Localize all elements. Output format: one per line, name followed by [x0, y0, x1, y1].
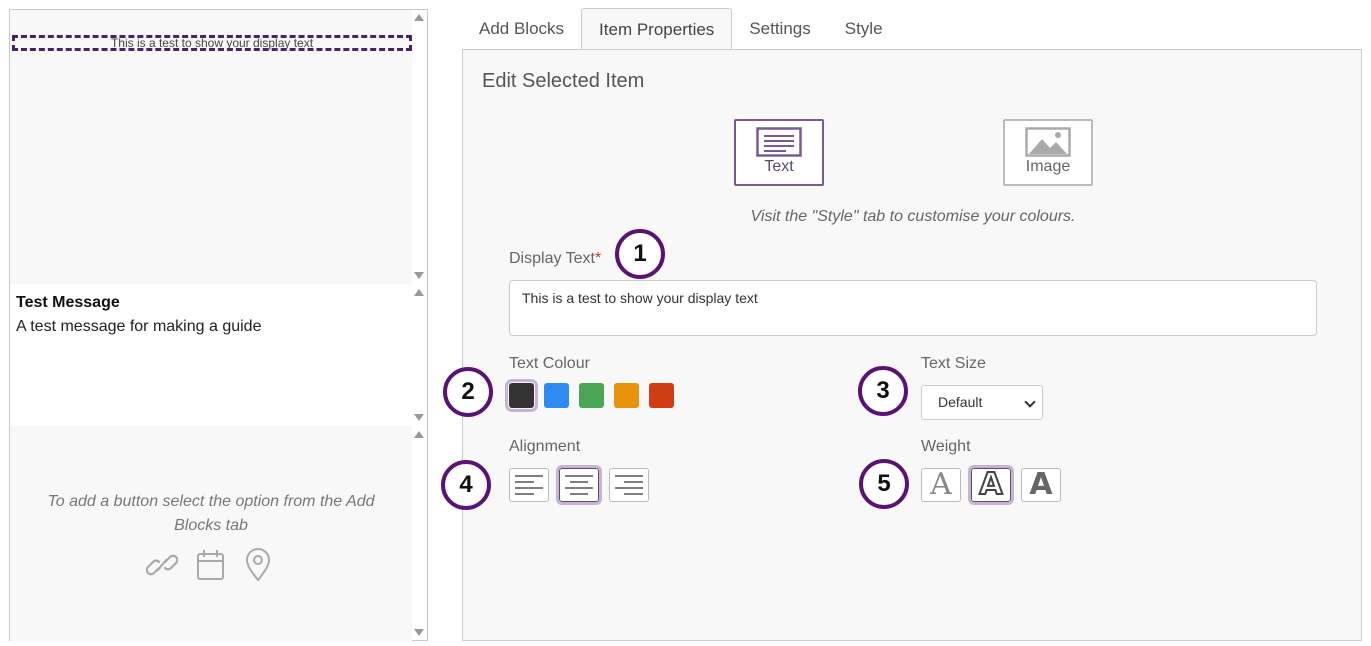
- colour-swatches: [505, 379, 674, 412]
- text-block-icon: [756, 127, 802, 157]
- text-type-label: Text: [764, 158, 794, 175]
- colour-swatch-blue[interactable]: [544, 383, 569, 408]
- preview-button-section[interactable]: To add a button select the option from t…: [10, 426, 412, 641]
- weight-normal-button[interactable]: A: [968, 465, 1014, 505]
- preview-display-text-section[interactable]: This is a test to show your display text: [10, 10, 412, 284]
- alignment-options: [509, 465, 649, 505]
- text-size-select[interactable]: Default: [921, 385, 1043, 420]
- scroll-down-icon[interactable]: [414, 629, 424, 636]
- scroll-up-icon[interactable]: [414, 289, 424, 296]
- align-left-button[interactable]: [509, 468, 549, 502]
- image-type-button[interactable]: Image: [1003, 119, 1093, 186]
- weight-options: A A A: [921, 465, 1061, 505]
- step-marker-1: 1: [615, 229, 665, 279]
- tab-settings[interactable]: Settings: [732, 8, 827, 50]
- align-right-icon: [615, 475, 643, 495]
- scroll-up-icon[interactable]: [414, 431, 424, 438]
- colour-swatch-red[interactable]: [649, 383, 674, 408]
- weight-label: Weight: [921, 438, 971, 455]
- message-preview-panel: This is a test to show your display text…: [9, 9, 428, 641]
- chevron-down-icon: [1024, 396, 1036, 408]
- calendar-icon: [194, 548, 226, 582]
- align-center-icon: [565, 475, 593, 495]
- display-text-label-text: Display Text: [509, 250, 595, 267]
- scrollbar-section-2[interactable]: [411, 284, 427, 426]
- weight-light-button[interactable]: A: [921, 468, 961, 502]
- preview-message-body: A test message for making a guide: [16, 318, 262, 335]
- item-properties-panel: Edit Selected Item Text Image Visit the …: [462, 49, 1362, 641]
- text-size-value: Default: [938, 394, 983, 410]
- step-marker-2: 2: [443, 367, 493, 417]
- editor-tabs: Add Blocks Item Properties Settings Styl…: [462, 8, 900, 50]
- add-button-hint: To add a button select the option from t…: [47, 493, 375, 534]
- font-weight-normal-icon: A: [978, 467, 1003, 502]
- step-marker-4: 4: [441, 460, 491, 510]
- preview-message-title: Test Message: [16, 294, 120, 311]
- link-icon: [145, 548, 179, 582]
- text-colour-label: Text Colour: [509, 355, 590, 372]
- style-tab-hint: Visit the "Style" tab to customise your …: [750, 208, 1076, 225]
- tab-style[interactable]: Style: [828, 8, 900, 50]
- preview-display-text[interactable]: This is a test to show your display text: [12, 35, 412, 51]
- tab-item-properties[interactable]: Item Properties: [581, 8, 733, 50]
- font-weight-bold-icon: A: [1029, 467, 1053, 502]
- colour-swatch-green[interactable]: [579, 383, 604, 408]
- preview-message-section[interactable]: Test Message A test message for making a…: [10, 284, 412, 426]
- weight-bold-button[interactable]: A: [1021, 468, 1061, 502]
- panel-title: Edit Selected Item: [482, 70, 645, 92]
- scroll-up-icon[interactable]: [414, 14, 424, 21]
- scroll-down-icon[interactable]: [414, 414, 424, 421]
- align-center-button[interactable]: [556, 465, 602, 505]
- display-text-input[interactable]: This is a test to show your display text: [509, 280, 1317, 336]
- step-marker-5: 5: [859, 459, 909, 509]
- tab-add-blocks[interactable]: Add Blocks: [462, 8, 581, 50]
- colour-swatch-dark[interactable]: [505, 379, 538, 412]
- location-pin-icon: [242, 548, 274, 582]
- text-type-button[interactable]: Text: [734, 119, 824, 186]
- step-marker-3: 3: [858, 366, 908, 416]
- alignment-label: Alignment: [509, 438, 581, 455]
- align-right-button[interactable]: [609, 468, 649, 502]
- image-type-label: Image: [1025, 158, 1071, 175]
- required-marker: *: [594, 250, 602, 267]
- colour-swatch-orange[interactable]: [614, 383, 639, 408]
- scrollbar-section-3[interactable]: [411, 426, 427, 641]
- image-block-icon: [1025, 127, 1071, 157]
- scrollbar-section-1[interactable]: [411, 10, 427, 284]
- font-weight-light-icon: A: [930, 467, 952, 502]
- display-text-label: Display Text*: [509, 250, 601, 268]
- align-left-icon: [515, 475, 543, 495]
- text-size-label: Text Size: [921, 355, 986, 372]
- scroll-down-icon[interactable]: [414, 272, 424, 279]
